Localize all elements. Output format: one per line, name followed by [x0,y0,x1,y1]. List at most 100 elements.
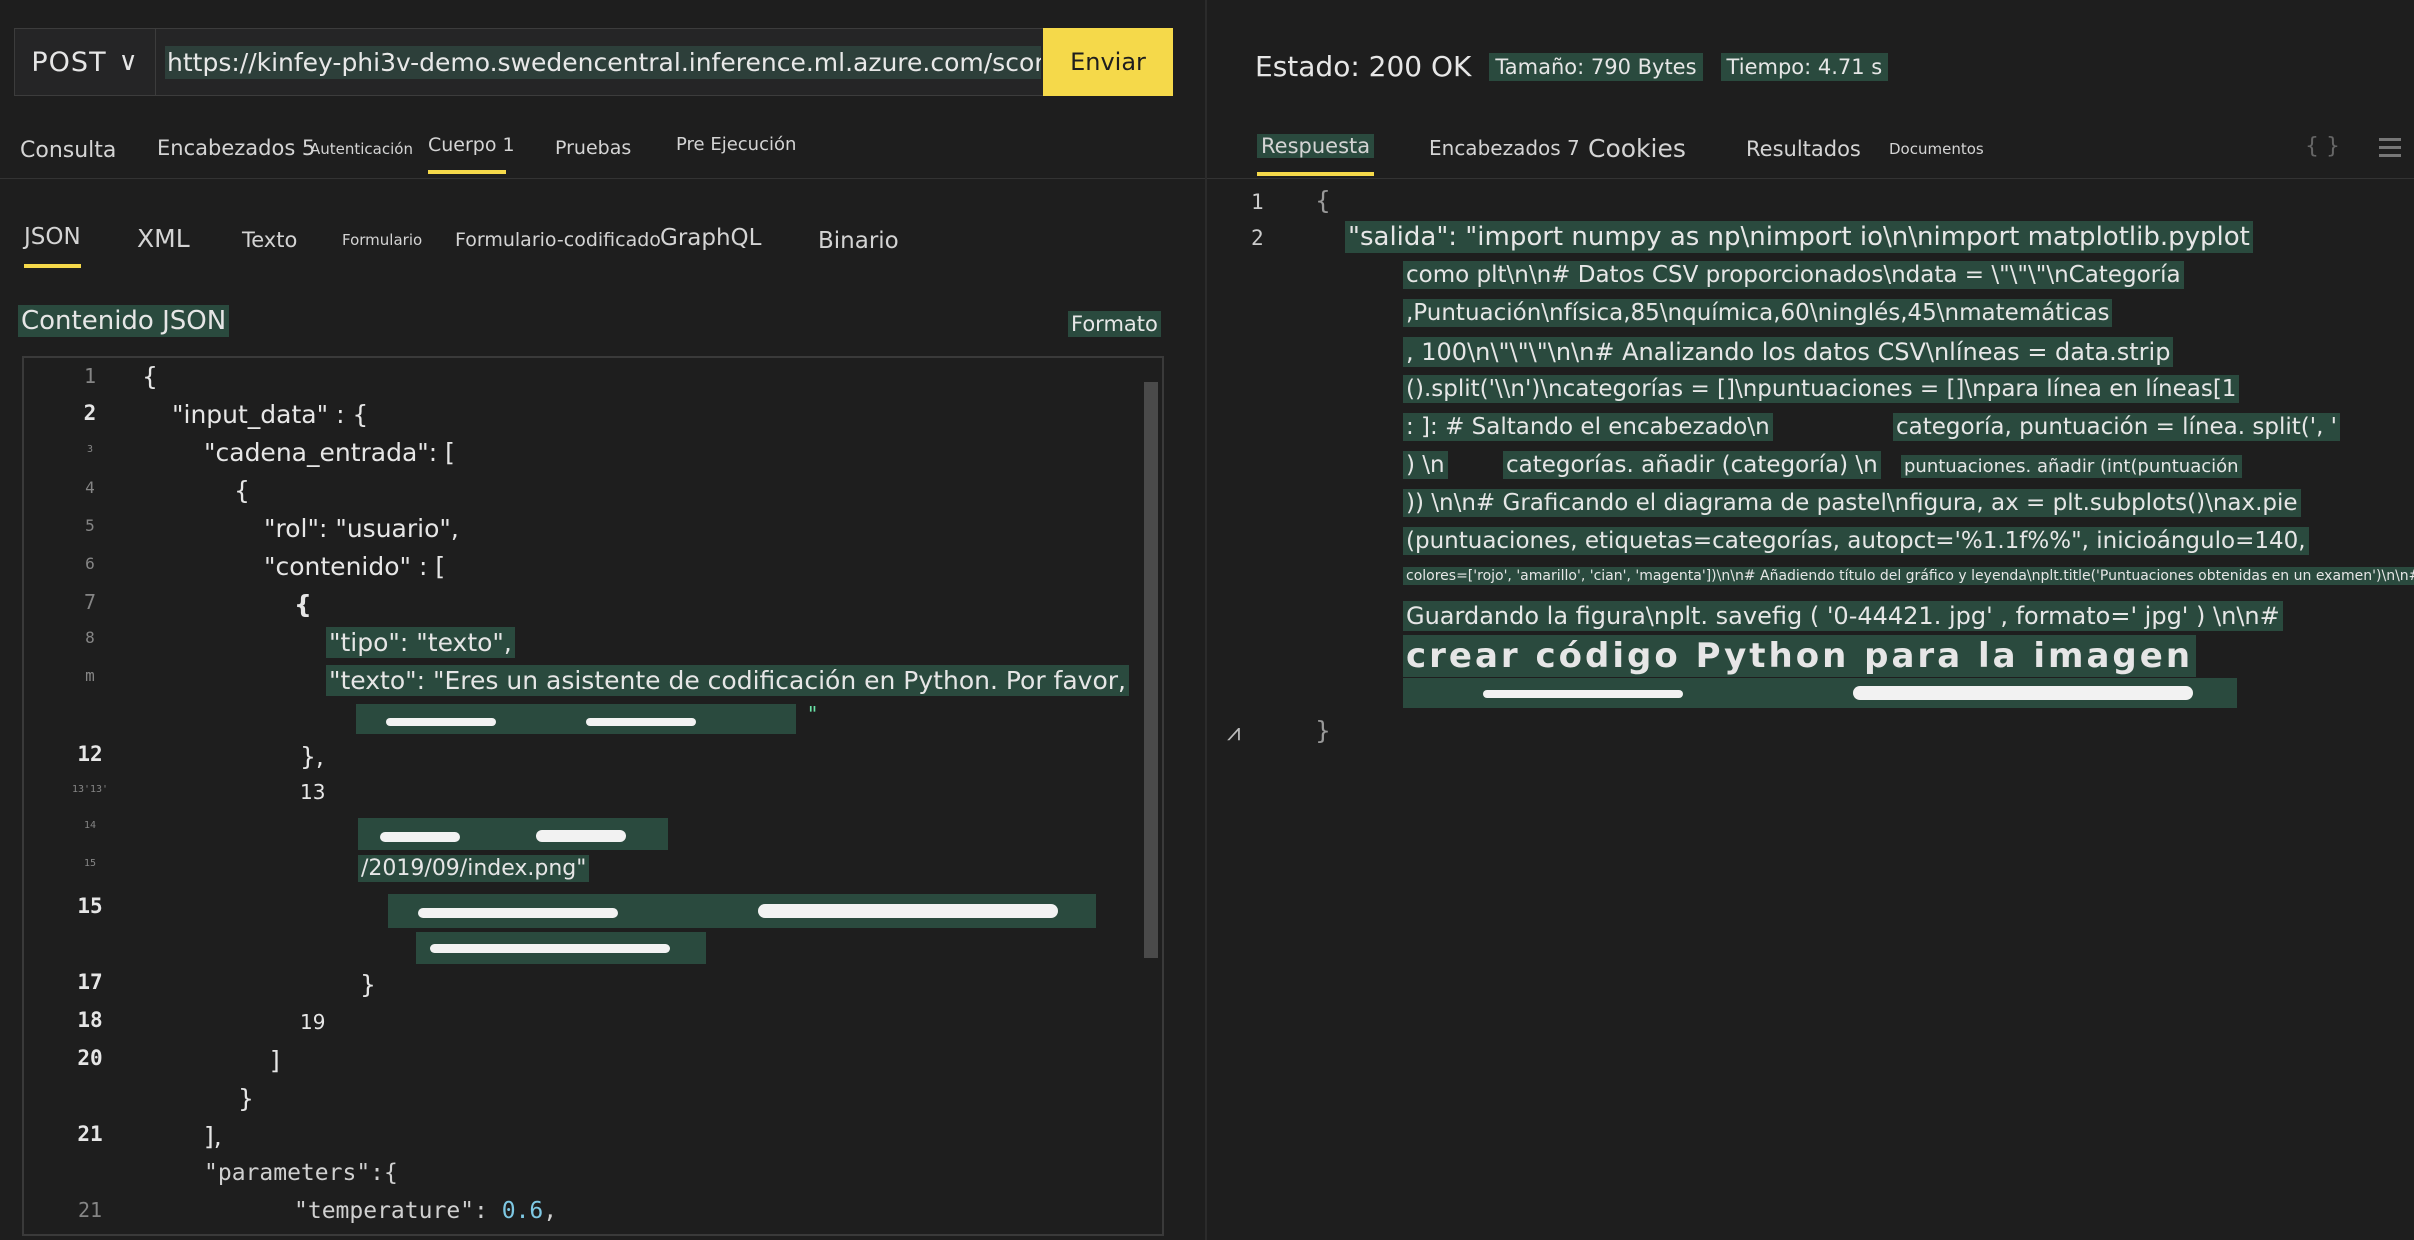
response-line: (puntuaciones, etiquetas=categorías, aut… [1403,527,2309,555]
line-number: 15 [83,858,97,869]
response-line: )) \n\n# Graficando el diagrama de paste… [1403,489,2301,517]
code-line: "rol": "usuario", [264,514,459,543]
url-input[interactable]: https://kinfey-phi3v-demo.swedencentral.… [165,29,1041,95]
tab-pruebas[interactable]: Pruebas [555,137,631,159]
time-text: Tiempo: 4.71 s [1720,52,1889,81]
code-line: { [294,590,312,619]
tab-graphql[interactable]: GraphQL [660,225,761,251]
code-line: } [360,970,376,999]
braces-icon[interactable]: { } [2305,134,2340,159]
redacted-text [356,704,796,734]
response-line: } [1315,716,1331,745]
code-line: { [234,476,250,505]
line-number: m [85,666,95,685]
tab-resultados[interactable]: Resultados [1746,137,1861,161]
line-number: 5 [85,516,95,535]
json-editor[interactable]: 1 2 3 4 5 6 7 8 m 12 13'13' 14 15 15 17 … [22,356,1164,1236]
code-line: 13 [300,780,326,804]
tab-cookies[interactable]: Cookies [1588,134,1686,163]
divider [0,178,1205,179]
pointer-icon: ⩘ [1227,718,1241,746]
tab-json[interactable]: JSON [24,224,81,268]
response-status-bar: Estado: 200 OK Tamaño: 790 Bytes Tiempo:… [1255,50,1889,83]
request-bar: POST ∨ https://kinfey-phi3v-demo.swedenc… [14,28,1173,96]
tab-encabezados-respuesta[interactable]: Encabezados 7 [1429,136,1580,160]
tab-documentos[interactable]: Documentos [1889,140,1984,158]
response-line: como plt\n\n# Datos CSV proporcionados\n… [1403,261,2184,289]
code-line: "texto": "Eres un asistente de codificac… [326,665,1129,696]
line-number: 15 [77,894,103,918]
response-pane: Estado: 200 OK Tamaño: 790 Bytes Tiempo:… [1207,0,2414,1240]
tab-pre-ejecucion[interactable]: Pre Ejecución [676,134,796,155]
line-number: 3 [86,444,94,455]
line-number: 7 [83,590,97,614]
line-number: 20 [77,1046,103,1070]
response-line: ().split('\\n')\ncategorías = []\npuntua… [1403,375,2240,403]
line-number: 4 [85,478,95,497]
line-number: 13'13' [71,784,109,795]
line-number: 17 [77,970,103,994]
response-line: categorías. añadir (categoría) \n [1503,451,1881,479]
menu-icon[interactable] [2379,138,2401,158]
tab-formulario-codificado[interactable]: Formulario-codificado [455,229,661,251]
line-number: 18 [77,1008,103,1032]
code-line: "cadena_entrada": [ [204,438,455,467]
response-line: categoría, puntuación = línea. split(', … [1893,413,2341,441]
status-text: Estado: 200 OK [1255,50,1472,83]
line-number: 6 [85,554,95,573]
line-number: 2 [1251,226,1264,250]
code-line: ], [204,1122,222,1151]
code-line: "temperature": 0.6, [294,1198,558,1224]
tab-binario[interactable]: Binario [818,228,899,254]
response-line: Guardando la figura\nplt. savefig ( '0-4… [1403,601,2283,631]
redacted-text [358,818,668,850]
redacted-text [1403,678,2237,708]
line-number: 14 [83,820,97,831]
line-number: 1 [83,364,97,388]
tab-xml[interactable]: XML [137,224,190,253]
tab-formulario[interactable]: Formulario [342,231,422,249]
size-text: Tamaño: 790 Bytes [1489,52,1703,81]
code-line: } [238,1084,254,1113]
redacted-text [388,894,1096,928]
code-line: /2019/09/index.png" [358,855,590,882]
tab-encabezados[interactable]: Encabezados 5 [157,136,315,160]
method-select[interactable]: POST ∨ [15,29,156,95]
tab-respuesta[interactable]: Respuesta [1257,134,1375,176]
response-line: puntuaciones. añadir (int(puntuación [1901,455,2242,478]
code-line: }, [300,742,324,771]
editor-scrollbar[interactable] [1144,382,1158,958]
request-pane: POST ∨ https://kinfey-phi3v-demo.swedenc… [0,0,1207,1240]
tab-texto[interactable]: Texto [242,228,297,252]
line-number: 1 [1251,190,1264,214]
url-text: https://kinfey-phi3v-demo.swedencentral.… [165,45,1041,79]
response-line: colores=['rojo', 'amarillo', 'cian', 'ma… [1403,567,2414,585]
response-line: "salida": "import numpy as np\nimport io… [1345,221,2253,253]
code-line: "parameters":{ [204,1160,398,1186]
response-line: , 100\n\"\"\"\n\n# Analizando los datos … [1403,337,2174,367]
format-button[interactable]: Formato [1068,311,1161,337]
send-button[interactable]: Enviar [1043,28,1173,96]
redacted-text [416,932,706,964]
line-number: 2 [83,401,97,425]
response-line: { [1315,186,1331,215]
method-label: POST [31,46,107,78]
response-line: : ]: # Saltando el encabezado\n [1403,413,1773,441]
json-content-label: Contenido JSON [18,305,230,337]
line-number: 21 [77,1198,103,1222]
divider [1207,178,2414,179]
line-number: 21 [77,1122,103,1146]
tab-autenticacion[interactable]: Autenticación [310,140,413,158]
code-line: "input_data" : { [172,400,369,429]
code-line: ] [270,1046,280,1075]
code-line: "contenido" : [ [264,552,446,581]
tab-cuerpo[interactable]: Cuerpo 1 [428,134,515,174]
code-line: { [142,362,158,391]
line-number: 8 [85,628,95,647]
chevron-down-icon: ∨ [118,47,139,77]
line-number: 12 [77,742,103,766]
code-line: " [808,702,818,726]
tab-consulta[interactable]: Consulta [20,138,116,163]
response-line: crear código Python para la imagen [1403,635,2197,677]
code-line: "tipo": "texto", [326,627,515,658]
